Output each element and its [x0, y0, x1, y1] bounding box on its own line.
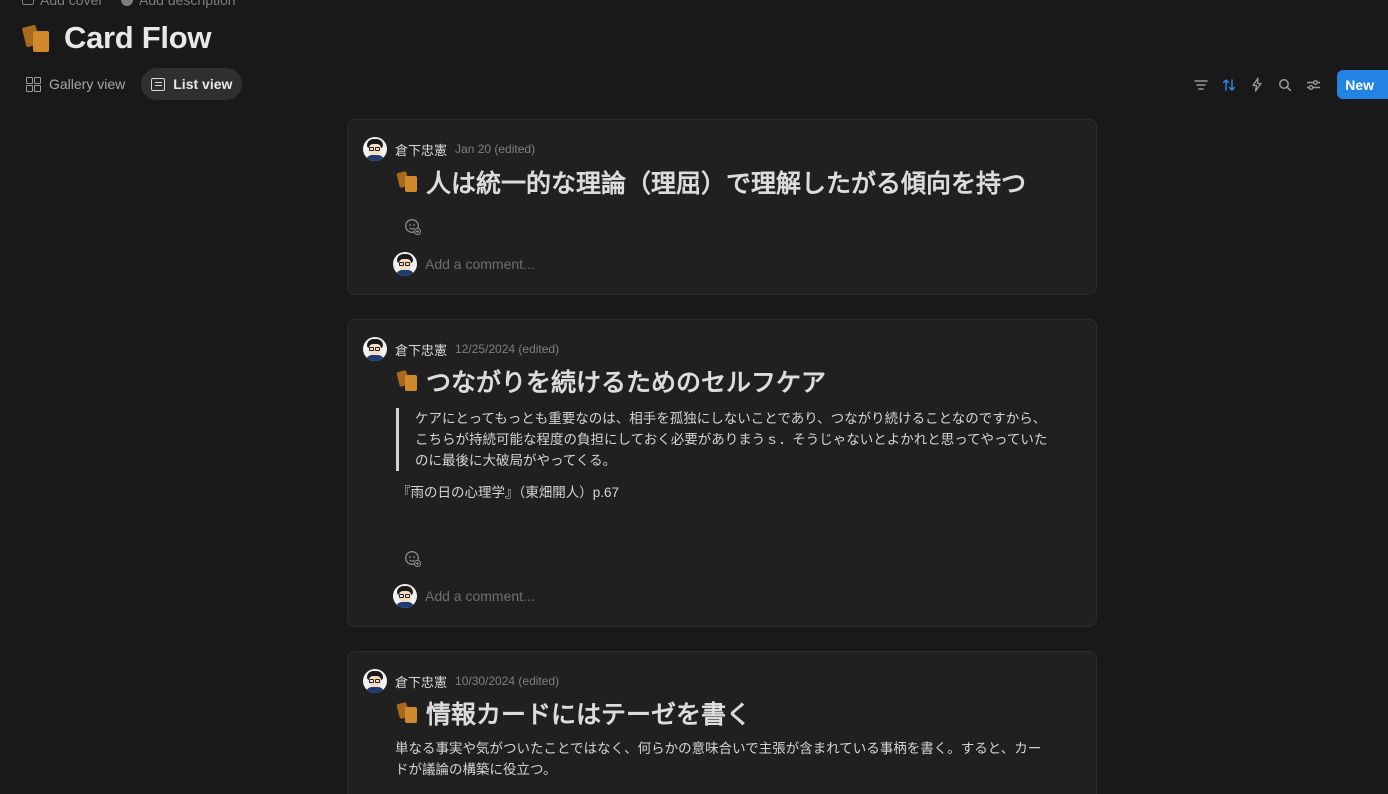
sliders-icon[interactable]: [1303, 71, 1323, 99]
cards-icon: [396, 701, 419, 725]
cards-icon[interactable]: [21, 23, 52, 53]
list-item[interactable]: 倉下忠憲 Jan 20 (edited) 人は統一的な理論（理屈）で理解したがる…: [347, 119, 1097, 295]
card-title-text: 情報カードにはテーゼを書く: [426, 701, 752, 729]
sort-icon[interactable]: [1219, 71, 1239, 99]
list-view-icon: [151, 77, 166, 91]
quote-block: ケアにとってもっとも重要なのは、相手を孤独にしないことであり、つながり続けること…: [396, 408, 1055, 471]
lightning-icon[interactable]: [1247, 71, 1267, 99]
card-title[interactable]: 人は統一的な理論（理屈）で理解したがる傾向を持つ: [396, 164, 1027, 200]
list-item[interactable]: 倉下忠憲 10/30/2024 (edited) 情報カードにはテーゼを書く 単…: [347, 651, 1097, 794]
card-author-row: 倉下忠憲 10/30/2024 (edited): [363, 669, 559, 693]
edited-date: 12/25/2024 (edited): [455, 342, 560, 356]
card-title[interactable]: つながりを続けるためのセルフケア: [396, 363, 827, 399]
edited-date: 10/30/2024 (edited): [455, 674, 560, 688]
avatar[interactable]: [363, 137, 387, 161]
view-tabs: Gallery view List view: [16, 68, 243, 100]
page-title-row: Card Flow: [21, 20, 211, 56]
author-name[interactable]: 倉下忠憲: [395, 672, 447, 691]
comment-row: [393, 252, 725, 276]
author-name[interactable]: 倉下忠憲: [395, 340, 447, 359]
avatar: [393, 584, 417, 608]
tab-label: Gallery view: [49, 76, 126, 92]
image-icon: [22, 0, 34, 5]
gallery-grid-icon: [26, 76, 41, 92]
comment-input[interactable]: [425, 588, 725, 604]
header-actions: Add cover Add description: [22, 0, 236, 8]
card-title-text: つながりを続けるためのセルフケア: [426, 369, 827, 397]
add-reaction-icon[interactable]: [404, 550, 422, 568]
database-page: Add cover Add description Card Flow Gall…: [0, 0, 1388, 794]
tab-list-view[interactable]: List view: [141, 68, 243, 100]
cards-icon: [396, 170, 419, 194]
card-title-text: 人は統一的な理論（理屈）で理解したがる傾向を持つ: [426, 170, 1027, 198]
new-button[interactable]: New: [1337, 70, 1388, 99]
tab-gallery-view[interactable]: Gallery view: [16, 68, 135, 100]
cards-icon: [396, 369, 419, 393]
source-citation: 『雨の日の心理学』（東畑開人）p.67: [397, 485, 620, 500]
add-reaction-icon[interactable]: [404, 218, 422, 236]
avatar[interactable]: [363, 337, 387, 361]
comment-row: [393, 584, 725, 608]
list-item[interactable]: 倉下忠憲 12/25/2024 (edited) つながりを続けるためのセルフケ…: [347, 319, 1097, 627]
card-body-text: 単なる事実や気がついたことではなく、何らかの意味合いで主張が含まれている事柄を書…: [395, 741, 1042, 777]
search-icon[interactable]: [1275, 71, 1295, 99]
page-title[interactable]: Card Flow: [64, 20, 211, 56]
add-cover-button[interactable]: Add cover: [22, 0, 103, 8]
card-title[interactable]: 情報カードにはテーゼを書く: [396, 695, 752, 731]
avatar: [393, 252, 417, 276]
author-name[interactable]: 倉下忠憲: [395, 140, 447, 159]
tab-label: List view: [173, 76, 233, 92]
avatar[interactable]: [363, 669, 387, 693]
view-toolbar: New: [1191, 70, 1388, 99]
card-author-row: 倉下忠憲 Jan 20 (edited): [363, 137, 535, 161]
card-author-row: 倉下忠憲 12/25/2024 (edited): [363, 337, 559, 361]
edited-date: Jan 20 (edited): [455, 142, 536, 156]
filter-icon[interactable]: [1191, 71, 1211, 99]
comment-input[interactable]: [425, 256, 725, 272]
add-description-button[interactable]: Add description: [121, 0, 236, 8]
info-icon: [121, 0, 134, 6]
